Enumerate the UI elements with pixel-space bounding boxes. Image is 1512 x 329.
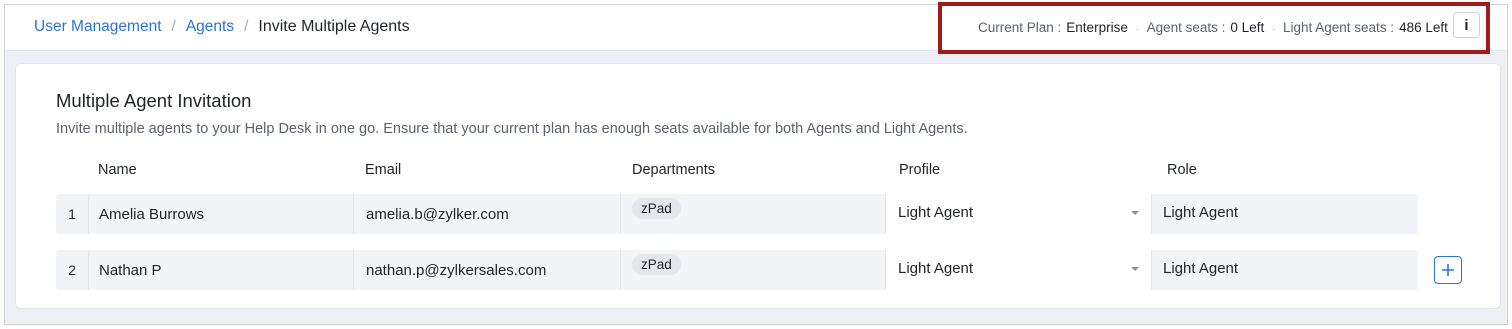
row-number: 1 — [68, 206, 76, 222]
row-number: 2 — [68, 262, 76, 278]
agent-seats-label: Agent seats : — [1146, 20, 1226, 35]
breadcrumb-user-management[interactable]: User Management — [34, 18, 162, 36]
department-tag: zPad — [632, 197, 681, 219]
current-plan-value: Enterprise — [1066, 20, 1128, 35]
department-field[interactable]: zPad — [620, 194, 885, 234]
name-field[interactable]: Amelia Burrows — [88, 194, 353, 234]
info-icon: i — [1464, 16, 1469, 34]
breadcrumb: User Management / Agents / Invite Multip… — [34, 18, 410, 36]
email-field[interactable]: nathan.p@zylkersales.com — [353, 250, 620, 290]
column-header-role: Role — [1167, 162, 1197, 178]
role-field[interactable]: Light Agent — [1151, 250, 1418, 290]
breadcrumb-current-page: Invite Multiple Agents — [258, 18, 410, 35]
plus-icon — [1442, 264, 1454, 276]
plan-summary: Current Plan : Enterprise . Agent seats … — [978, 20, 1448, 35]
current-plan-label: Current Plan : — [978, 20, 1062, 35]
column-header-profile: Profile — [899, 162, 941, 178]
breadcrumb-agents[interactable]: Agents — [186, 18, 234, 36]
info-button[interactable]: i — [1453, 12, 1480, 38]
plan-summary-highlight: Current Plan : Enterprise . Agent seats … — [938, 2, 1490, 54]
column-header-email: Email — [365, 162, 402, 178]
column-header-departments: Departments — [632, 162, 716, 178]
name-field[interactable]: Nathan P — [88, 250, 353, 290]
column-header-name: Name — [98, 162, 137, 178]
light-agent-seats-value: 486 Left — [1399, 20, 1448, 35]
add-row-button[interactable] — [1434, 256, 1462, 284]
card-description: Invite multiple agents to your Help Desk… — [56, 121, 968, 137]
table-row: 1 Amelia Burrows amelia.b@zylker.com zPa… — [56, 194, 1418, 234]
department-field[interactable]: zPad — [620, 250, 885, 290]
profile-value: Light Agent — [898, 204, 974, 221]
breadcrumb-separator: / — [244, 18, 249, 35]
separator-dot: . — [1135, 22, 1139, 33]
profile-value: Light Agent — [898, 260, 974, 277]
separator-dot: . — [1272, 22, 1275, 33]
profile-select[interactable]: Light Agent — [885, 250, 1151, 290]
card-title: Multiple Agent Invitation — [56, 90, 252, 111]
table-row: 2 Nathan P nathan.p@zylkersales.com zPad… — [56, 250, 1418, 290]
breadcrumb-separator: / — [171, 18, 176, 35]
profile-select[interactable]: Light Agent — [885, 194, 1151, 234]
department-tag: zPad — [632, 253, 681, 275]
caret-down-icon — [1131, 211, 1139, 215]
light-agent-seats-label: Light Agent seats : — [1282, 20, 1395, 35]
invitation-card: Multiple Agent Invitation Invite multipl… — [15, 63, 1501, 309]
role-field[interactable]: Light Agent — [1151, 194, 1418, 234]
agent-seats-value: 0 Left — [1230, 20, 1265, 35]
caret-down-icon — [1131, 267, 1139, 271]
email-field[interactable]: amelia.b@zylker.com — [353, 194, 620, 234]
